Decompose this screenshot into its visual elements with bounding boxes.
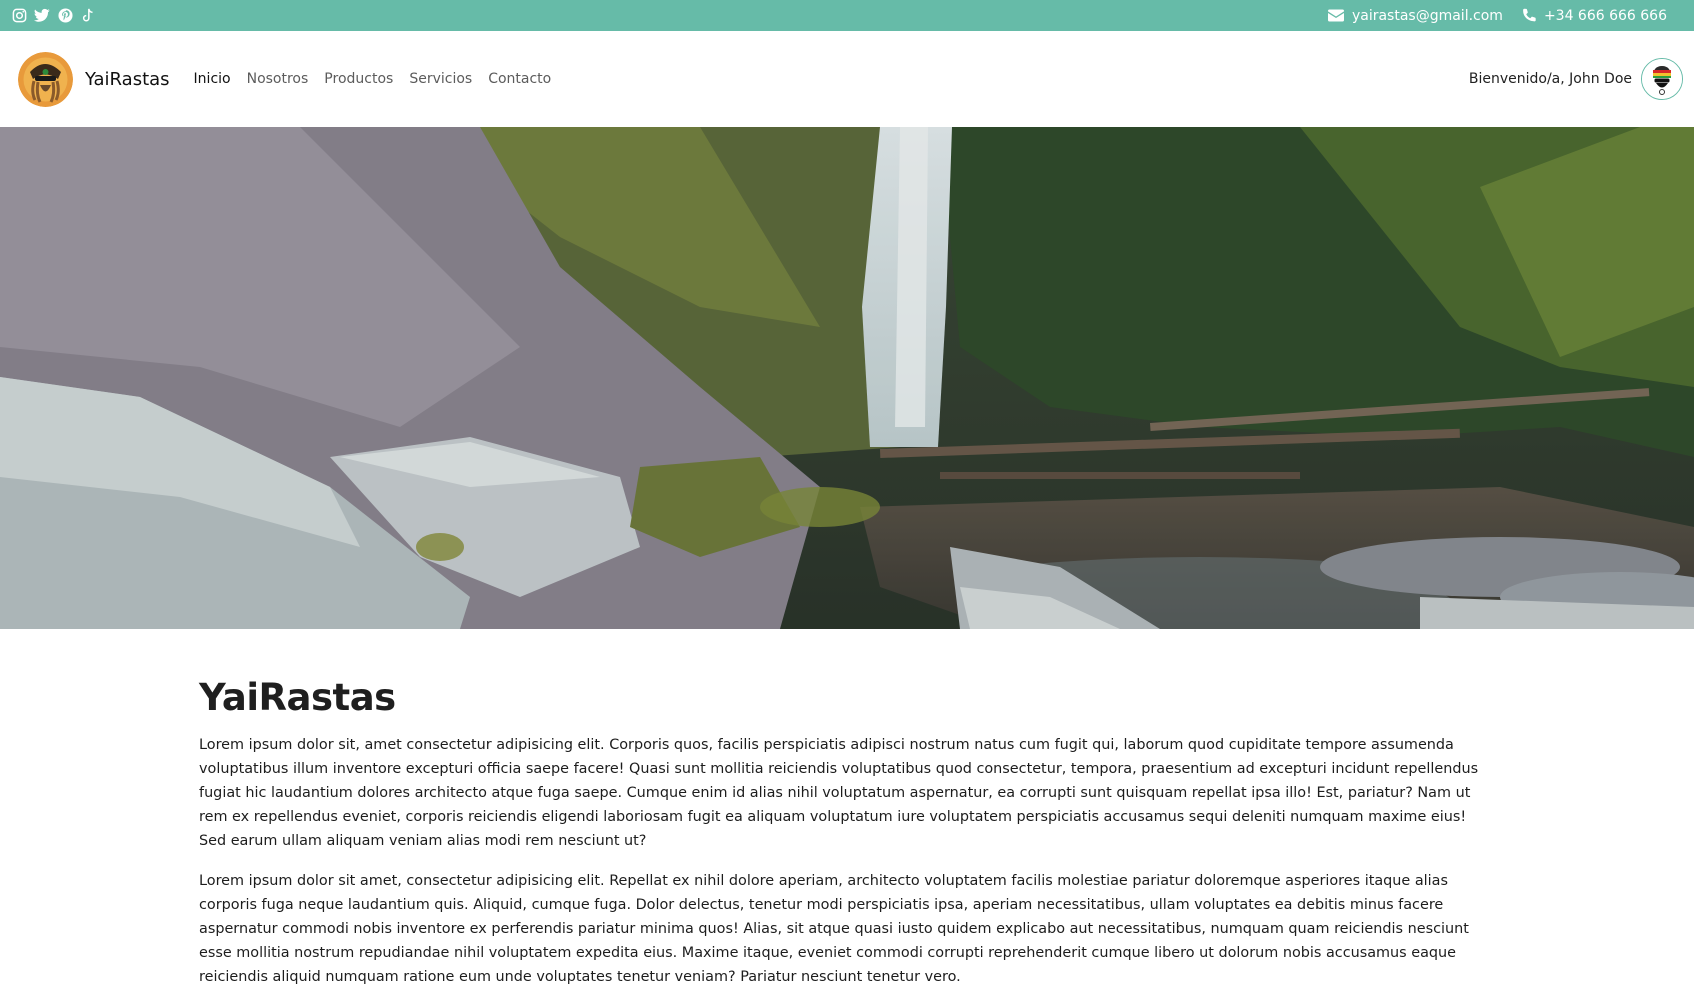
- top-contact-bar: yairastas@gmail.com +34 666 666 666: [0, 0, 1694, 31]
- phone-icon: [1523, 8, 1536, 22]
- twitter-icon[interactable]: [34, 8, 50, 24]
- page-title: YaiRastas: [199, 676, 396, 719]
- hero-banner-image: [0, 127, 1694, 629]
- nav-link-nosotros[interactable]: Nosotros: [247, 71, 309, 87]
- email-link[interactable]: yairastas@gmail.com: [1327, 7, 1503, 24]
- email-text: yairastas@gmail.com: [1351, 7, 1503, 24]
- navbar-left: YaiRastas Inicio Nosotros Productos Serv…: [18, 51, 552, 107]
- pinterest-icon[interactable]: [57, 8, 73, 24]
- phone-link[interactable]: +34 666 666 666: [1521, 8, 1667, 24]
- navbar-right: Bienvenido/a, John Doe: [1469, 58, 1683, 100]
- intro-paragraph-1: Lorem ipsum dolor sit, amet consectetur …: [199, 737, 1479, 849]
- phone-text: +34 666 666 666: [1543, 7, 1667, 24]
- main-content: YaiRastas Lorem ipsum dolor sit, amet co…: [0, 629, 1694, 989]
- nav-links: Inicio Nosotros Productos Servicios Cont…: [194, 71, 552, 87]
- nav-link-inicio[interactable]: Inicio: [194, 71, 231, 87]
- brand-name: YaiRastas: [85, 68, 170, 90]
- tiktok-icon[interactable]: [80, 8, 96, 24]
- envelope-icon: [1327, 9, 1344, 22]
- nav-link-servicios[interactable]: Servicios: [409, 71, 472, 87]
- nav-link-contacto[interactable]: Contacto: [488, 71, 551, 87]
- main-navbar: YaiRastas Inicio Nosotros Productos Serv…: [0, 31, 1694, 127]
- welcome-text: Bienvenido/a, John Doe: [1468, 71, 1632, 87]
- contact-info: yairastas@gmail.com +34 666 666 666: [1327, 7, 1667, 24]
- intro-paragraph-2: Lorem ipsum dolor sit amet, consectetur …: [199, 873, 1469, 985]
- nav-link-productos[interactable]: Productos: [324, 71, 393, 87]
- user-avatar[interactable]: [1641, 58, 1683, 100]
- social-links: [11, 8, 96, 24]
- brand-logo: [18, 51, 73, 107]
- instagram-icon[interactable]: [11, 8, 27, 24]
- brand-link[interactable]: YaiRastas: [18, 51, 194, 107]
